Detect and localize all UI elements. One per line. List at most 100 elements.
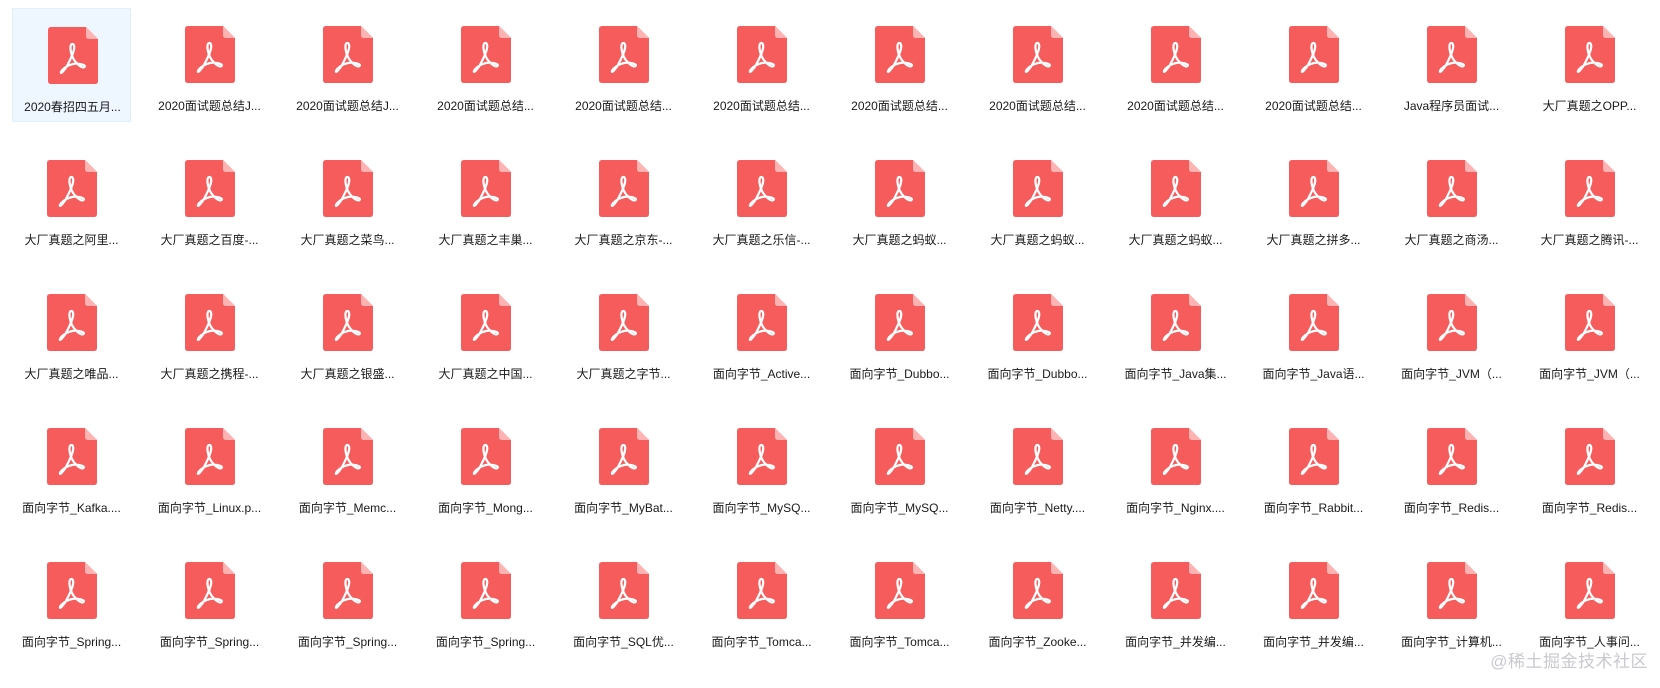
- file-name-label: 大厂真题之乐信-...: [712, 233, 811, 247]
- file-item[interactable]: 面向字节_Spring...: [150, 544, 269, 658]
- file-name-label: 面向字节_JVM（...: [1401, 367, 1502, 381]
- file-item[interactable]: 大厂真题之拼多...: [1254, 142, 1373, 256]
- file-item[interactable]: 2020面试题总结J...: [150, 8, 269, 122]
- file-item[interactable]: 面向字节_MySQ...: [840, 410, 959, 524]
- pdf-file-icon: [461, 562, 511, 619]
- file-item[interactable]: 大厂真题之丰巢...: [426, 142, 545, 256]
- file-item[interactable]: 面向字节_Kafka....: [12, 410, 131, 524]
- pdf-file-icon: [185, 160, 235, 217]
- pdf-file-icon: [185, 26, 235, 83]
- file-item[interactable]: 面向字节_Spring...: [426, 544, 545, 658]
- file-item[interactable]: 面向字节_Rabbit...: [1254, 410, 1373, 524]
- file-item[interactable]: 面向字节_Linux.p...: [150, 410, 269, 524]
- file-item[interactable]: 2020面试题总结...: [702, 8, 821, 122]
- file-item[interactable]: 面向字节_JVM（...: [1530, 276, 1649, 390]
- file-item[interactable]: 大厂真题之携程-...: [150, 276, 269, 390]
- file-name-label: 大厂真题之蚂蚁...: [852, 233, 947, 247]
- file-name-label: 大厂真题之OPP...: [1542, 99, 1637, 113]
- pdf-file-icon: [1151, 160, 1201, 217]
- file-item[interactable]: 大厂真题之阿里...: [12, 142, 131, 256]
- pdf-file-icon: [737, 294, 787, 351]
- file-item[interactable]: 2020面试题总结...: [564, 8, 683, 122]
- file-item[interactable]: 面向字节_JVM（...: [1392, 276, 1511, 390]
- file-item[interactable]: 面向字节_MySQ...: [702, 410, 821, 524]
- pdf-file-icon: [461, 294, 511, 351]
- pdf-file-icon: [1427, 294, 1477, 351]
- file-name-label: 面向字节_Redis...: [1541, 501, 1638, 515]
- file-item[interactable]: 面向字节_SQL优...: [564, 544, 683, 658]
- file-name-label: 大厂真题之银盛...: [300, 367, 395, 381]
- file-name-label: 2020面试题总结...: [437, 99, 534, 113]
- file-item[interactable]: 大厂真题之菜鸟...: [288, 142, 407, 256]
- file-item[interactable]: 面向字节_Nginx....: [1116, 410, 1235, 524]
- pdf-file-icon: [1013, 160, 1063, 217]
- file-item[interactable]: 面向字节_计算机...: [1392, 544, 1511, 658]
- file-item[interactable]: 面向字节_Netty....: [978, 410, 1097, 524]
- pdf-file-icon: [599, 160, 649, 217]
- file-name-label: 2020面试题总结J...: [296, 99, 399, 113]
- file-name-label: 面向字节_Spring...: [159, 635, 260, 649]
- file-item[interactable]: 大厂真题之乐信-...: [702, 142, 821, 256]
- file-item[interactable]: 面向字节_Spring...: [12, 544, 131, 658]
- file-item[interactable]: 2020春招四五月...: [12, 8, 131, 122]
- file-item[interactable]: 面向字节_Active...: [702, 276, 821, 390]
- pdf-file-icon: [1151, 428, 1201, 485]
- file-item[interactable]: Java程序员面试...: [1392, 8, 1511, 122]
- file-name-label: 面向字节_Nginx....: [1126, 501, 1225, 515]
- file-item[interactable]: 面向字节_并发编...: [1116, 544, 1235, 658]
- file-item[interactable]: 面向字节_Mong...: [426, 410, 545, 524]
- file-item[interactable]: 大厂真题之蚂蚁...: [1116, 142, 1235, 256]
- file-item[interactable]: 2020面试题总结J...: [288, 8, 407, 122]
- file-name-label: 面向字节_Dubbo...: [849, 367, 950, 381]
- file-item[interactable]: 大厂真题之OPP...: [1530, 8, 1649, 122]
- file-item[interactable]: 大厂真题之商汤...: [1392, 142, 1511, 256]
- file-item[interactable]: 面向字节_Spring...: [288, 544, 407, 658]
- file-item[interactable]: 2020面试题总结...: [978, 8, 1097, 122]
- file-item[interactable]: 面向字节_Redis...: [1392, 410, 1511, 524]
- file-item[interactable]: 面向字节_人事问...: [1530, 544, 1649, 658]
- file-item[interactable]: 大厂真题之字节...: [564, 276, 683, 390]
- file-item[interactable]: 面向字节_Redis...: [1530, 410, 1649, 524]
- pdf-file-icon: [737, 428, 787, 485]
- file-item[interactable]: 2020面试题总结...: [1116, 8, 1235, 122]
- file-item[interactable]: 2020面试题总结...: [840, 8, 959, 122]
- file-item[interactable]: 2020面试题总结...: [426, 8, 545, 122]
- file-name-label: 面向字节_Tomca...: [711, 635, 812, 649]
- pdf-file-icon: [47, 562, 97, 619]
- file-item[interactable]: 大厂真题之百度-...: [150, 142, 269, 256]
- file-item[interactable]: 大厂真题之蚂蚁...: [978, 142, 1097, 256]
- pdf-file-icon: [1013, 562, 1063, 619]
- pdf-file-icon: [1289, 428, 1339, 485]
- file-item[interactable]: 大厂真题之唯品...: [12, 276, 131, 390]
- pdf-file-icon: [737, 562, 787, 619]
- file-name-label: 大厂真题之蚂蚁...: [1128, 233, 1223, 247]
- file-item[interactable]: 面向字节_Zooke...: [978, 544, 1097, 658]
- file-item[interactable]: 大厂真题之京东-...: [564, 142, 683, 256]
- pdf-file-icon: [461, 428, 511, 485]
- file-item[interactable]: 面向字节_MyBat...: [564, 410, 683, 524]
- file-item[interactable]: 面向字节_并发编...: [1254, 544, 1373, 658]
- file-name-label: 面向字节_MySQ...: [712, 501, 811, 515]
- file-item[interactable]: 面向字节_Java集...: [1116, 276, 1235, 390]
- file-item[interactable]: 大厂真题之腾讯-...: [1530, 142, 1649, 256]
- file-item[interactable]: 面向字节_Tomca...: [702, 544, 821, 658]
- file-item[interactable]: 面向字节_Tomca...: [840, 544, 959, 658]
- pdf-file-icon: [1289, 160, 1339, 217]
- file-name-label: 面向字节_Mong...: [438, 501, 533, 515]
- pdf-file-icon: [323, 160, 373, 217]
- pdf-file-icon: [599, 562, 649, 619]
- file-item[interactable]: 面向字节_Dubbo...: [840, 276, 959, 390]
- file-item[interactable]: 大厂真题之中国...: [426, 276, 545, 390]
- file-item[interactable]: 大厂真题之银盛...: [288, 276, 407, 390]
- pdf-file-icon: [875, 428, 925, 485]
- pdf-file-icon: [1151, 562, 1201, 619]
- file-name-label: 面向字节_Tomca...: [849, 635, 950, 649]
- file-item[interactable]: 面向字节_Java语...: [1254, 276, 1373, 390]
- file-item[interactable]: 2020面试题总结...: [1254, 8, 1373, 122]
- file-item[interactable]: 面向字节_Dubbo...: [978, 276, 1097, 390]
- file-item[interactable]: 面向字节_Memc...: [288, 410, 407, 524]
- pdf-file-icon: [47, 160, 97, 217]
- file-name-label: 面向字节_Netty....: [989, 501, 1086, 515]
- pdf-file-icon: [461, 26, 511, 83]
- file-item[interactable]: 大厂真题之蚂蚁...: [840, 142, 959, 256]
